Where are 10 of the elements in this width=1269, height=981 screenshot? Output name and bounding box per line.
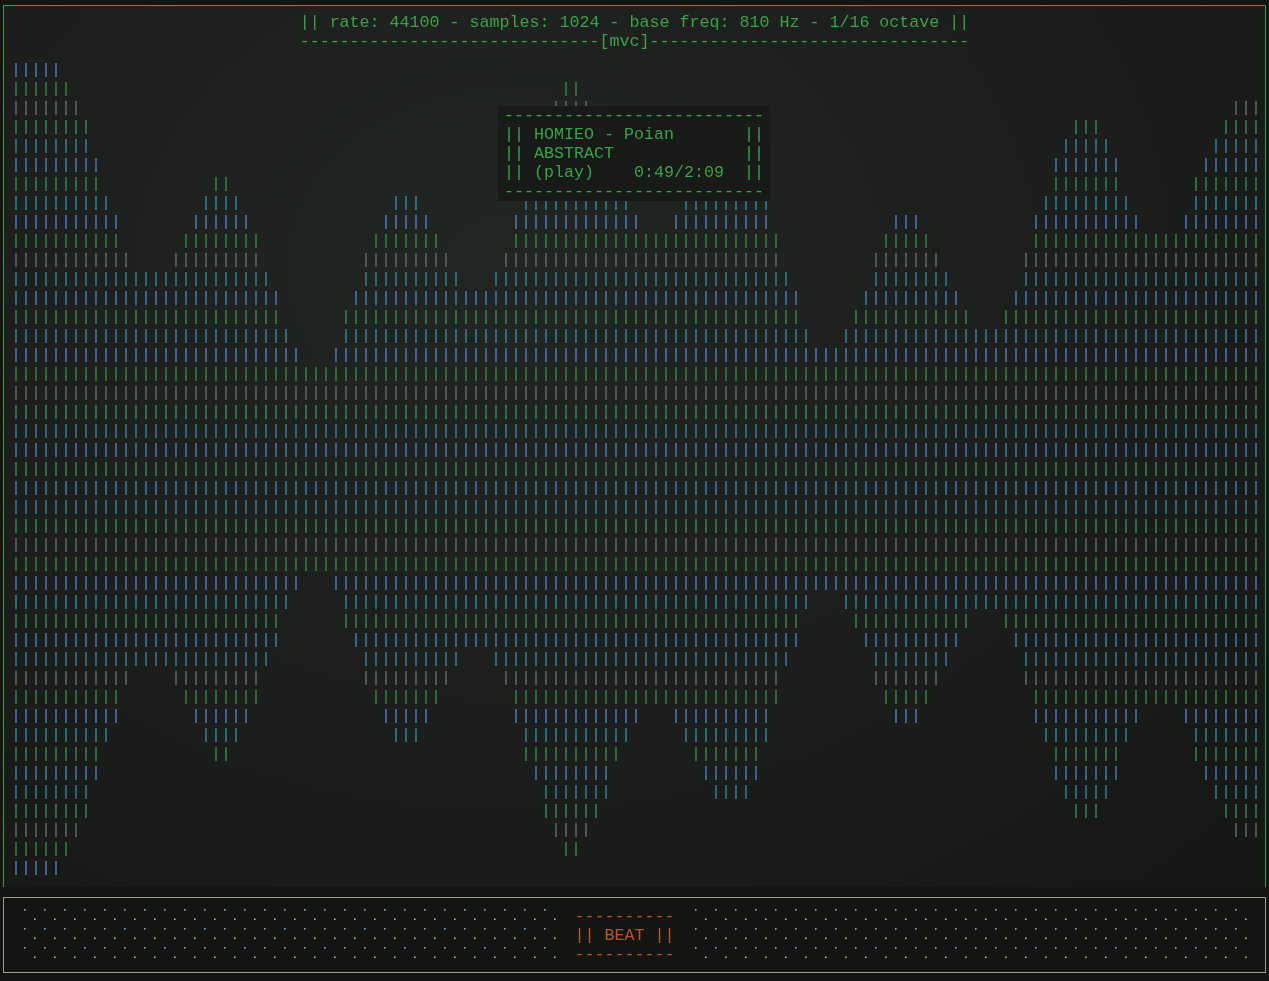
- box-border-line: --------------------------: [503, 106, 765, 125]
- beat-indicator: || BEAT ||: [574, 925, 675, 945]
- track-info-line: || HOMIEO - Poian ||: [503, 125, 765, 144]
- box-border-line: --------------------------: [503, 182, 765, 201]
- track-info-line: || (play) 0:49/2:09 ||: [503, 163, 765, 182]
- beat-border: ----------: [574, 906, 675, 926]
- title-divider: ------------------------------[mvc]--------------------------------: [299, 32, 970, 51]
- beat-border: ----------: [574, 944, 675, 964]
- audio-info-text: || rate: 44100 - samples: 1024 - base freq: 810 Hz - 1/16 octave ||: [299, 13, 970, 32]
- track-info-line: || ABSTRACT ||: [503, 144, 765, 163]
